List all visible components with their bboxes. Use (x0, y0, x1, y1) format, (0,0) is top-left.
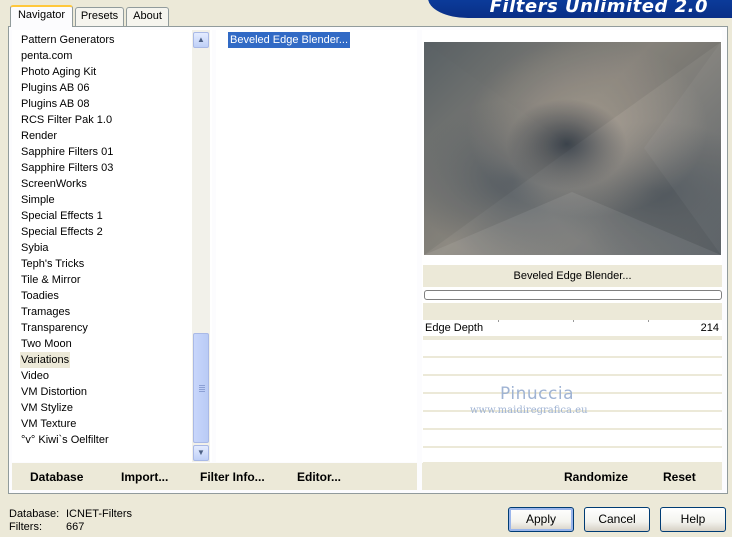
category-scrollbar[interactable]: ▲ ▼ (192, 30, 210, 462)
filter-name-display: Beveled Edge Blender... (423, 265, 722, 287)
category-item[interactable]: Plugins AB 08 (20, 96, 91, 112)
tab-presets[interactable]: Presets (75, 7, 124, 26)
app-title-banner: Filters Unlimited 2.0 (428, 0, 732, 18)
param-value: 214 (700, 322, 719, 334)
bevel-overlay (424, 42, 721, 255)
right-button-bar: Randomize Reset (422, 463, 722, 490)
editor-button[interactable]: Editor... (297, 470, 341, 484)
category-item[interactable]: Render (20, 128, 58, 144)
category-list[interactable]: Pattern Generators penta.com Photo Aging K… (12, 30, 212, 462)
category-item[interactable]: Teph's Tricks (20, 256, 85, 272)
category-item[interactable]: ScreenWorks (20, 176, 88, 192)
grip-line (199, 387, 205, 388)
preview-image (424, 42, 721, 255)
param-row-empty (423, 358, 722, 374)
category-item[interactable]: Tile & Mirror (20, 272, 81, 288)
grip-line (199, 391, 205, 392)
filter-info-button[interactable]: Filter Info... (200, 470, 265, 484)
randomize-button[interactable]: Randomize (564, 470, 628, 484)
category-item[interactable]: Sapphire Filters 03 (20, 160, 114, 176)
tab-navigator[interactable]: Navigator (10, 5, 73, 27)
reset-button[interactable]: Reset (663, 470, 696, 484)
import-button[interactable]: Import... (121, 470, 168, 484)
category-item[interactable]: Special Effects 1 (20, 208, 104, 224)
param-row-edge-depth[interactable]: Edge Depth 214 (423, 320, 722, 336)
category-item[interactable]: Sapphire Filters 01 (20, 144, 114, 160)
param-row-empty (423, 340, 722, 356)
cancel-button[interactable]: Cancel (584, 507, 650, 532)
category-item[interactable]: RCS Filter Pak 1.0 (20, 112, 113, 128)
param-label: Edge Depth (425, 322, 484, 334)
left-button-bar: Database Import... Filter Info... Editor… (12, 463, 417, 490)
scroll-up-button[interactable]: ▲ (193, 32, 209, 48)
help-button[interactable]: Help (660, 507, 726, 532)
filter-list[interactable]: Beveled Edge Blender... (216, 30, 417, 462)
category-item[interactable]: Photo Aging Kit (20, 64, 97, 80)
category-item[interactable]: Plugins AB 06 (20, 80, 91, 96)
apply-button[interactable]: Apply (508, 507, 574, 532)
slider-tick (498, 320, 499, 322)
grip-line (199, 389, 205, 390)
category-item[interactable]: Transparency (20, 320, 89, 336)
parameter-panel: Edge Depth 214 (423, 303, 722, 463)
category-item[interactable]: Pattern Generators (20, 32, 116, 48)
category-item[interactable]: Video (20, 368, 50, 384)
param-row-empty (423, 448, 722, 462)
progress-bar (424, 290, 722, 300)
category-item[interactable]: Special Effects 2 (20, 224, 104, 240)
filters-count: 667 (66, 521, 85, 533)
category-item[interactable]: Sybia (20, 240, 50, 256)
filter-item-selected[interactable]: Beveled Edge Blender... (228, 32, 351, 48)
category-item[interactable]: VM Texture (20, 416, 77, 432)
scroll-down-button[interactable]: ▼ (193, 445, 209, 461)
slider-tick (648, 320, 649, 322)
category-item[interactable]: VM Distortion (20, 384, 88, 400)
database-label: Database: (9, 508, 60, 520)
category-item[interactable]: Variations (20, 352, 71, 368)
category-item[interactable]: Simple (20, 192, 56, 208)
grip-line (199, 385, 205, 386)
database-button[interactable]: Database (30, 470, 83, 484)
slider-tick (573, 320, 574, 322)
category-item[interactable]: Toadies (20, 288, 60, 304)
watermark-url: www.maidiregrafica.eu (470, 405, 588, 416)
category-item[interactable]: VM Stylize (20, 400, 74, 416)
param-row-empty (423, 430, 722, 446)
category-item[interactable]: penta.com (20, 48, 73, 64)
tab-about[interactable]: About (126, 7, 169, 26)
category-item[interactable]: Two Moon (20, 336, 73, 352)
filters-label: Filters: (9, 521, 42, 533)
category-item[interactable]: °v° Kiwi`s Oelfilter (20, 432, 110, 448)
scroll-thumb[interactable] (193, 333, 209, 443)
database-value: ICNET-Filters (66, 508, 132, 520)
category-item[interactable]: Tramages (20, 304, 71, 320)
watermark-name: Pinuccia (500, 384, 574, 404)
